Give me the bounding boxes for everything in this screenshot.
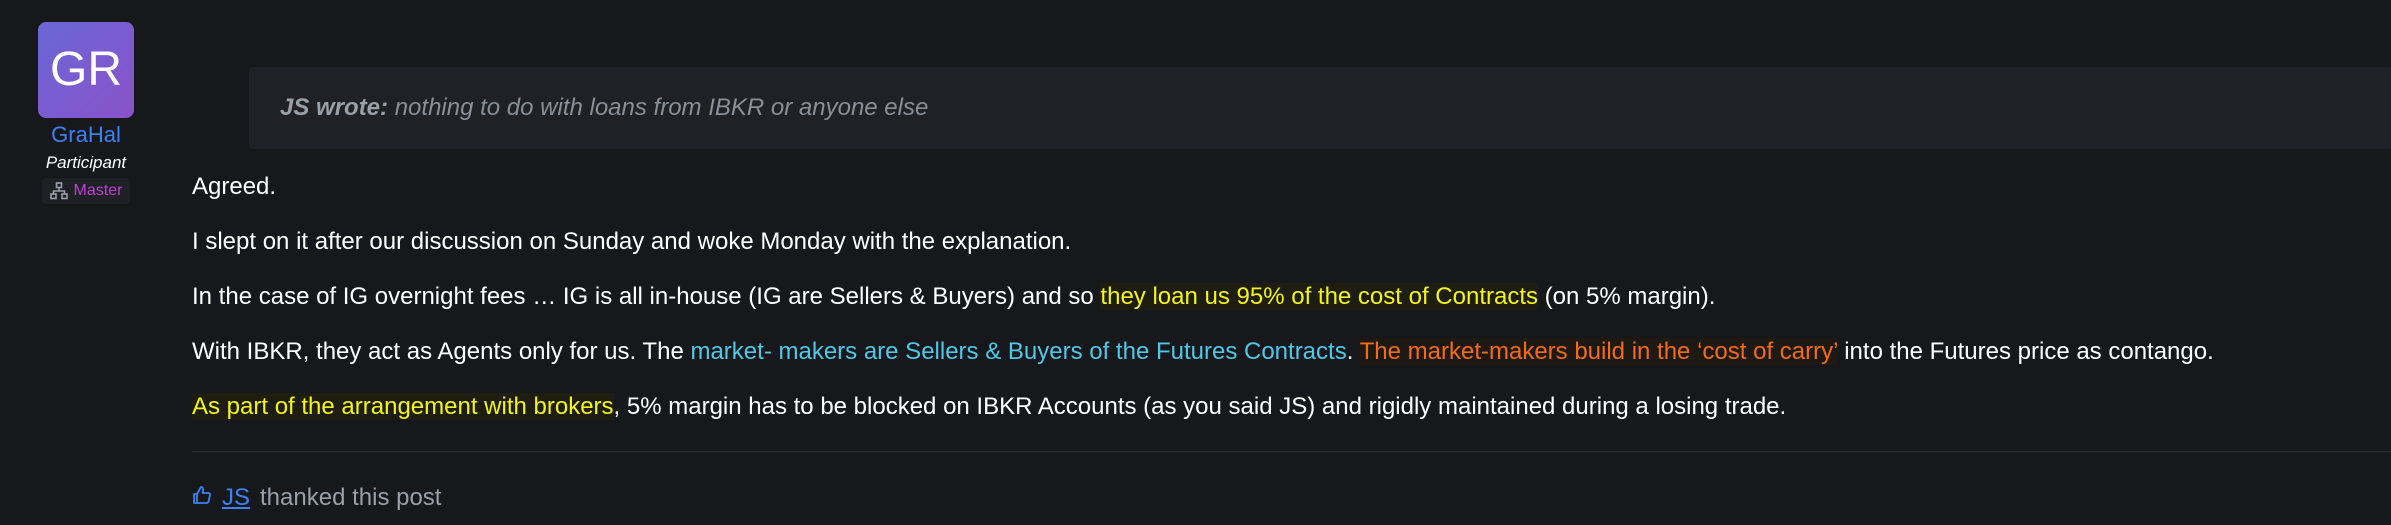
rank-badge: Master — [41, 178, 131, 204]
text-run: , 5% margin has to be blocked on IBKR Ac… — [613, 393, 1787, 420]
text-run: In the case of IG overnight fees … IG is… — [192, 283, 1101, 310]
text-run: . — [1346, 338, 1360, 365]
rank-label: Master — [73, 182, 123, 199]
text-run: (on 5% margin). — [1538, 283, 1716, 310]
text-run: With IBKR, they act as Agents only for u… — [192, 338, 691, 365]
highlight-yellow: As part of the arrangement with brokers — [192, 393, 614, 420]
thanks-user-link[interactable]: JS — [222, 484, 250, 512]
author-name-link[interactable]: GraHal — [34, 122, 138, 148]
author-panel: GR GraHal Participant Master — [34, 22, 138, 205]
post-paragraph: I slept on it after our discussion on Su… — [192, 228, 1072, 255]
quote-author: JS wrote: — [280, 94, 389, 121]
highlight-cyan: market- makers are Sellers & Buyers of t… — [690, 338, 1347, 365]
quote-block: JS wrote: nothing to do with loans from … — [249, 67, 2391, 149]
thumbs-up-icon[interactable] — [192, 484, 212, 512]
highlight-yellow: they loan us 95% of the cost of Contract… — [1100, 283, 1538, 310]
divider — [192, 451, 2391, 452]
text-run: into the Futures price as contango. — [1837, 338, 2214, 365]
avatar[interactable]: GR — [38, 22, 134, 118]
quote-text: nothing to do with loans from IBKR or an… — [388, 94, 929, 121]
post-paragraph: Agreed. — [192, 173, 277, 200]
hierarchy-icon — [49, 182, 68, 200]
post-paragraph: As part of the arrangement with brokers,… — [192, 392, 1786, 422]
highlight-orange: The market-makers build in the ‘cost of … — [1359, 338, 1838, 365]
thanks-text: thanked this post — [260, 484, 442, 511]
thanks-bar: JS thanked this post — [192, 484, 441, 512]
post-paragraph: In the case of IG overnight fees … IG is… — [192, 282, 1715, 312]
author-role: Participant — [45, 153, 127, 172]
post-paragraph: With IBKR, they act as Agents only for u… — [192, 337, 2214, 367]
